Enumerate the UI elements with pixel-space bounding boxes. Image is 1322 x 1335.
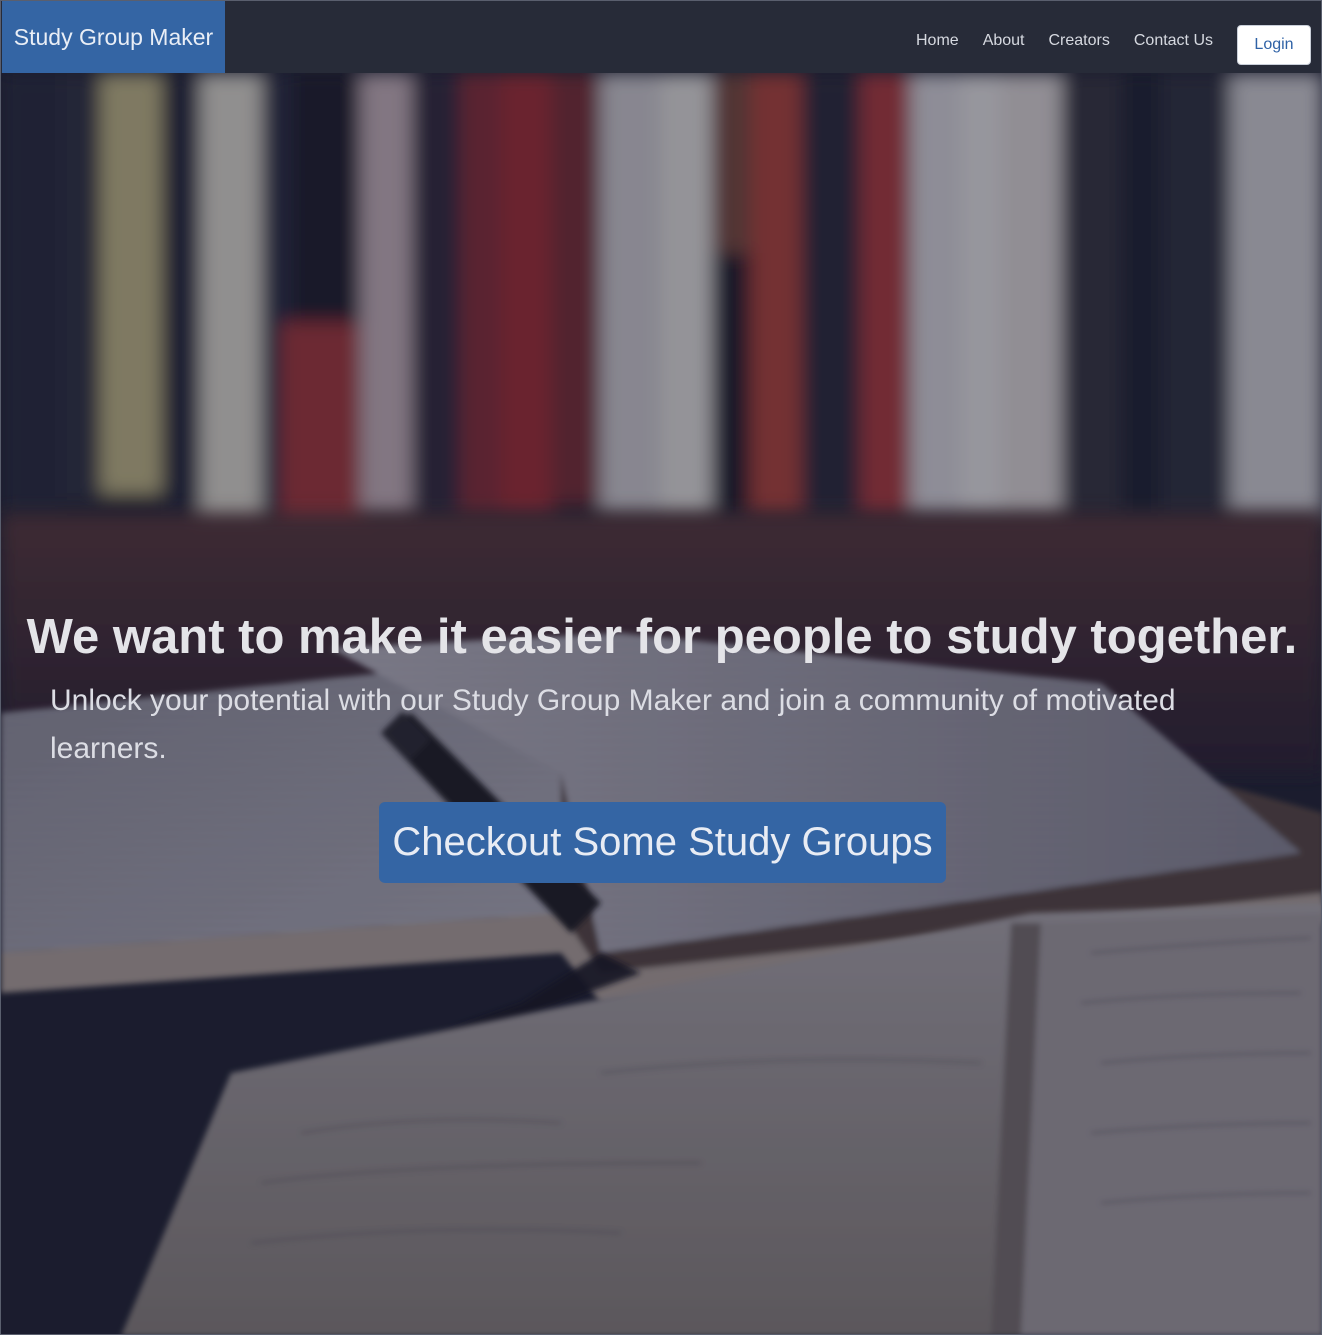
nav-link-about[interactable]: About <box>971 32 1037 50</box>
brand-link[interactable]: Study Group Maker <box>2 1 225 73</box>
checkout-study-groups-button[interactable]: Checkout Some Study Groups <box>379 802 946 883</box>
nav-link-home[interactable]: Home <box>904 32 971 50</box>
page: Study Group Maker Home About Creators Co… <box>0 0 1322 1335</box>
hero-subtitle: Unlock your potential with our Study Gro… <box>50 684 1176 765</box>
hero-title: We want to make it easier for people to … <box>26 610 1298 664</box>
navbar: Study Group Maker Home About Creators Co… <box>1 1 1321 73</box>
login-button[interactable]: Login <box>1237 25 1311 65</box>
nav-links: Home About Creators Contact Us <box>904 1 1225 81</box>
hero-section: We want to make it easier for people to … <box>1 73 1321 1334</box>
nav-link-creators[interactable]: Creators <box>1037 32 1122 50</box>
nav-link-contact[interactable]: Contact Us <box>1122 32 1225 50</box>
